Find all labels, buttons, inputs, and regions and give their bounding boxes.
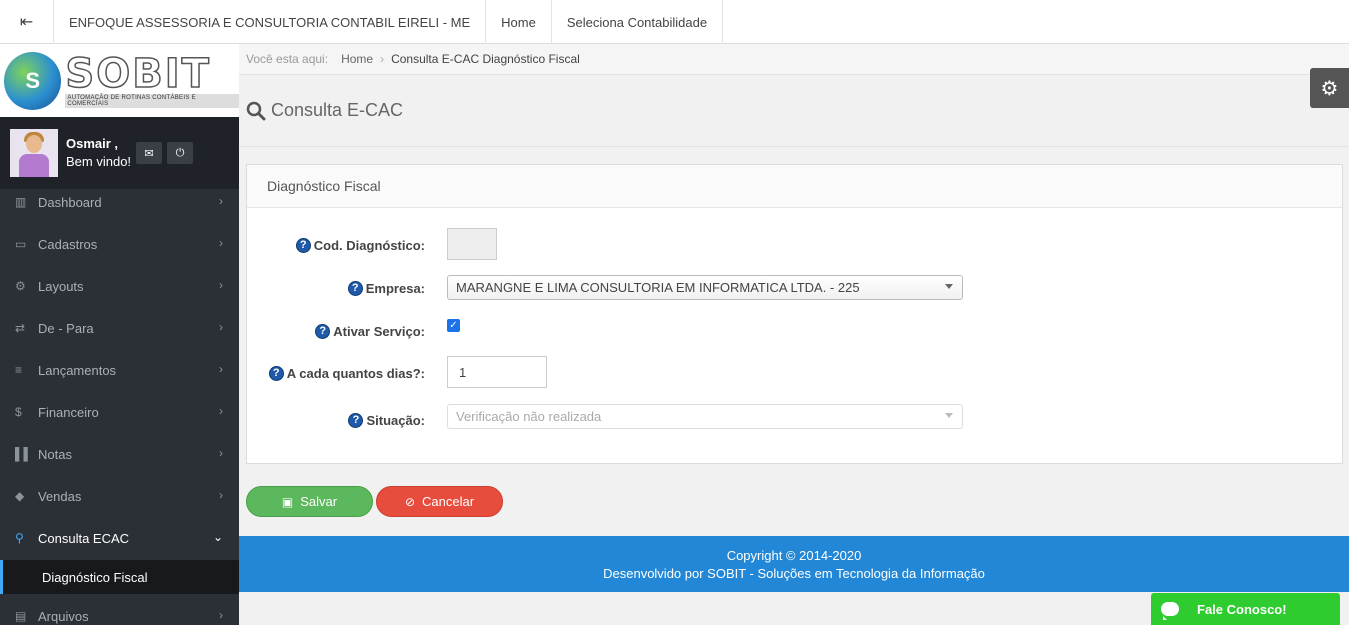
help-icon[interactable]: ? — [315, 323, 331, 339]
chevron-right-icon: › — [219, 488, 223, 502]
page-header: Consulta E-CAC — [239, 75, 1349, 147]
logo-text: SOBIT — [65, 50, 211, 97]
cod-diagnostico-field — [447, 228, 497, 260]
sidebar-item-dashboard[interactable]: ▥ Dashboard › — [0, 181, 239, 223]
main-content: Você esta aqui: Home › Consulta E-CAC Di… — [239, 44, 1349, 625]
envelope-icon[interactable]: ✉ — [136, 142, 163, 164]
chevron-right-icon: › — [219, 446, 223, 460]
list-icon: ≡ — [15, 363, 23, 377]
help-icon[interactable]: ? — [347, 280, 363, 296]
form-row-situacao: ? Situação: Verificação não realizada — [247, 403, 1342, 437]
chevron-down-icon: ⌄ — [212, 530, 223, 544]
chevron-right-icon: › — [219, 404, 223, 418]
cancel-button[interactable]: ⊘ Cancelar — [376, 486, 503, 517]
form-row-ativar: ? Ativar Serviço: ✓ — [247, 314, 1342, 348]
chevron-right-icon: › — [219, 362, 223, 376]
welcome-text: Bem vindo! — [66, 154, 132, 169]
logo-tagline: AUTOMAÇÃO DE ROTINAS CONTÁBEIS E COMERCI… — [65, 93, 239, 108]
top-navbar: ⇤ ENFOQUE ASSESSORIA E CONSULTORIA CONTA… — [0, 0, 1349, 44]
panel-title: Diagnóstico Fiscal — [247, 165, 1342, 208]
search-icon: ⚲ — [15, 531, 24, 545]
help-icon[interactable]: ? — [268, 365, 284, 381]
dropdown-caret-icon — [945, 284, 953, 289]
situacao-select: Verificação não realizada — [447, 404, 963, 429]
sidebar: S SOBIT AUTOMAÇÃO DE ROTINAS CONTÁBEIS E… — [0, 44, 239, 625]
logo[interactable]: S SOBIT AUTOMAÇÃO DE ROTINAS CONTÁBEIS E… — [0, 44, 239, 117]
menu-toggle-icon[interactable]: ⇤ — [0, 0, 54, 44]
user-name: Osmair , — [66, 136, 119, 151]
page-title: Consulta E-CAC — [271, 100, 404, 120]
sidebar-item-arquivos[interactable]: ▤ Arquivos › — [0, 595, 239, 625]
barcode-icon: ▌▌ — [15, 447, 33, 461]
situacao-label: Situação: — [366, 412, 425, 428]
form-row-dias: ? A cada quantos dias?: 1 — [247, 356, 1342, 390]
company-name[interactable]: ENFOQUE ASSESSORIA E CONSULTORIA CONTABI… — [54, 0, 487, 44]
chevron-right-icon: › — [219, 278, 223, 292]
breadcrumb: Você esta aqui: Home › Consulta E-CAC Di… — [239, 44, 1349, 75]
dias-input[interactable]: 1 — [447, 356, 547, 388]
empresa-select[interactable]: MARANGNE E LIMA CONSULTORIA EM INFORMATI… — [447, 275, 963, 300]
chevron-right-icon: › — [219, 194, 223, 208]
settings-gears-icon[interactable]: ⚙ — [1310, 68, 1349, 108]
breadcrumb-separator-icon: › — [380, 52, 385, 66]
search-icon — [246, 101, 266, 120]
tags-icon: ◆ — [15, 489, 25, 503]
chat-bubble-icon — [1161, 602, 1179, 620]
footer-copyright: Copyright © 2014-2020 — [726, 548, 862, 563]
footer-developer: Desenvolvido por SOBIT - Soluções em Tec… — [603, 566, 985, 581]
diagnostico-form-panel: Diagnóstico Fiscal ? Cod. Diagnóstico: ?… — [246, 164, 1343, 464]
sidebar-item-cadastros[interactable]: ▭ Cadastros › — [0, 223, 239, 265]
gears-icon: ⚙ — [15, 279, 26, 293]
ban-icon: ⊘ — [404, 494, 416, 509]
chat-button[interactable]: Fale Conosco! — [1151, 593, 1340, 625]
ativar-label: Ativar Serviço: — [333, 323, 425, 339]
footer: Copyright © 2014-2020 Desenvolvido por S… — [239, 536, 1349, 592]
sidebar-item-consulta-ecac[interactable]: ⚲ Consulta ECAC ⌄ — [0, 517, 239, 559]
avatar — [10, 129, 58, 177]
logo-globe-icon: S — [4, 51, 62, 110]
sidebar-item-layouts[interactable]: ⚙ Layouts › — [0, 265, 239, 307]
dollar-icon: $ — [15, 405, 22, 419]
form-row-cod: ? Cod. Diagnóstico: — [247, 228, 1342, 262]
chevron-right-icon: › — [219, 320, 223, 334]
dias-label: A cada quantos dias?: — [286, 365, 425, 381]
sidebar-item-lancamentos[interactable]: ≡ Lançamentos › — [0, 349, 239, 391]
cod-label: Cod. Diagnóstico: — [313, 237, 425, 253]
form-row-empresa: ? Empresa: MARANGNE E LIMA CONSULTORIA E… — [247, 271, 1342, 305]
sidebar-item-vendas[interactable]: ◆ Vendas › — [0, 475, 239, 517]
breadcrumb-home[interactable]: Home — [341, 52, 373, 66]
chevron-right-icon: › — [219, 608, 223, 622]
bar-chart-icon: ▥ — [15, 195, 27, 209]
chevron-right-icon: › — [219, 236, 223, 250]
archive-icon: ▤ — [15, 609, 27, 623]
breadcrumb-current: Consulta E-CAC Diagnóstico Fiscal — [391, 52, 580, 66]
save-button[interactable]: ▣ Salvar — [246, 486, 373, 517]
sidebar-item-de-para[interactable]: ⇄ De - Para › — [0, 307, 239, 349]
help-icon[interactable]: ? — [348, 412, 364, 428]
exchange-icon: ⇄ — [15, 321, 26, 335]
sidebar-subitem-diagnostico-fiscal[interactable]: Diagnóstico Fiscal — [0, 560, 239, 594]
user-panel: Osmair , Bem vindo! ✉ ⏻ — [0, 117, 239, 189]
floppy-disk-icon: ▣ — [281, 494, 294, 509]
nav-select-accounting-link[interactable]: Seleciona Contabilidade — [552, 0, 724, 44]
sidebar-item-financeiro[interactable]: $ Financeiro › — [0, 391, 239, 433]
keyboard-icon: ▭ — [15, 237, 27, 251]
nav-home-link[interactable]: Home — [486, 0, 552, 44]
empresa-label: Empresa: — [365, 280, 425, 296]
breadcrumb-prefix: Você esta aqui: — [246, 52, 329, 66]
sidebar-item-notas[interactable]: ▌▌ Notas › — [0, 433, 239, 475]
dropdown-caret-icon — [945, 413, 953, 418]
power-icon[interactable]: ⏻ — [167, 142, 194, 164]
help-icon[interactable]: ? — [295, 237, 311, 253]
ativar-servico-checkbox[interactable]: ✓ — [447, 319, 460, 332]
